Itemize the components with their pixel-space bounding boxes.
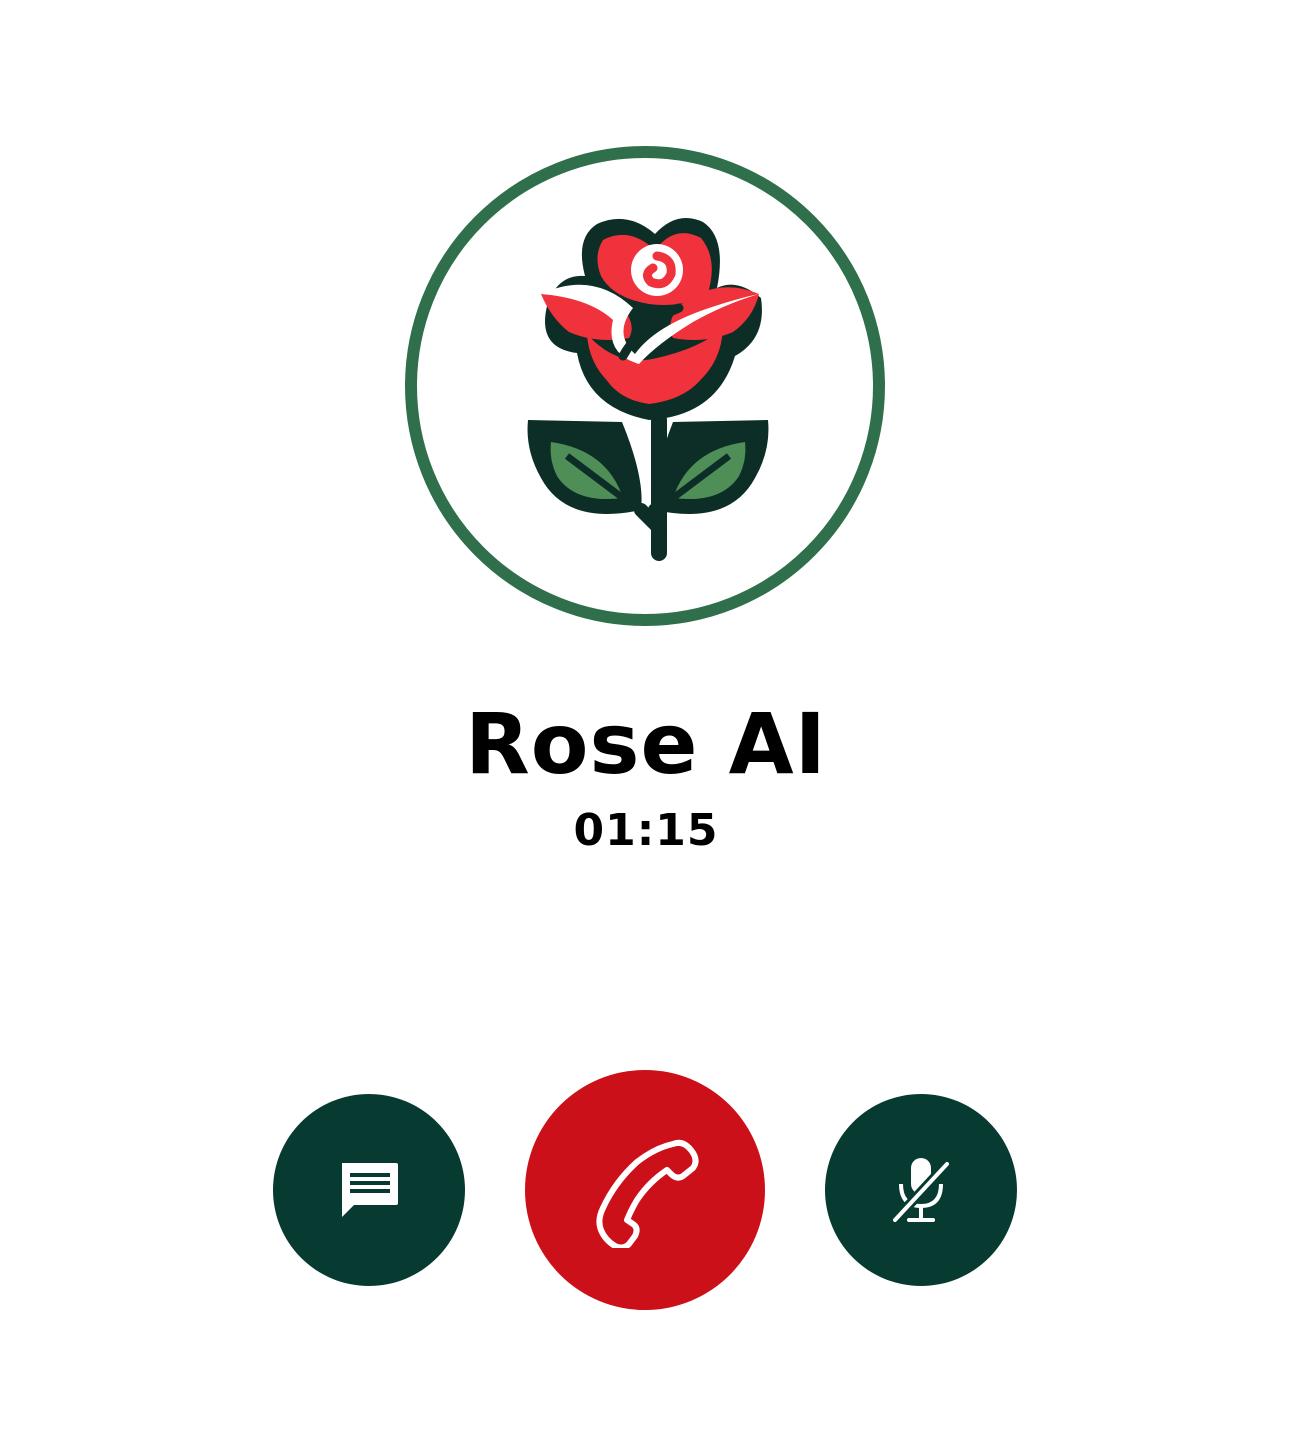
chat-message-icon <box>342 1163 398 1217</box>
end-call-button[interactable] <box>525 1070 765 1310</box>
chat-button[interactable] <box>273 1094 465 1286</box>
contact-name: Rose AI <box>465 695 827 793</box>
call-timer: 01:15 <box>573 805 719 856</box>
microphone-muted-icon <box>891 1158 951 1224</box>
rose-icon <box>527 218 769 561</box>
phone-hangup-icon <box>596 1139 699 1248</box>
contact-avatar <box>405 146 885 626</box>
mute-button[interactable] <box>825 1094 1017 1286</box>
